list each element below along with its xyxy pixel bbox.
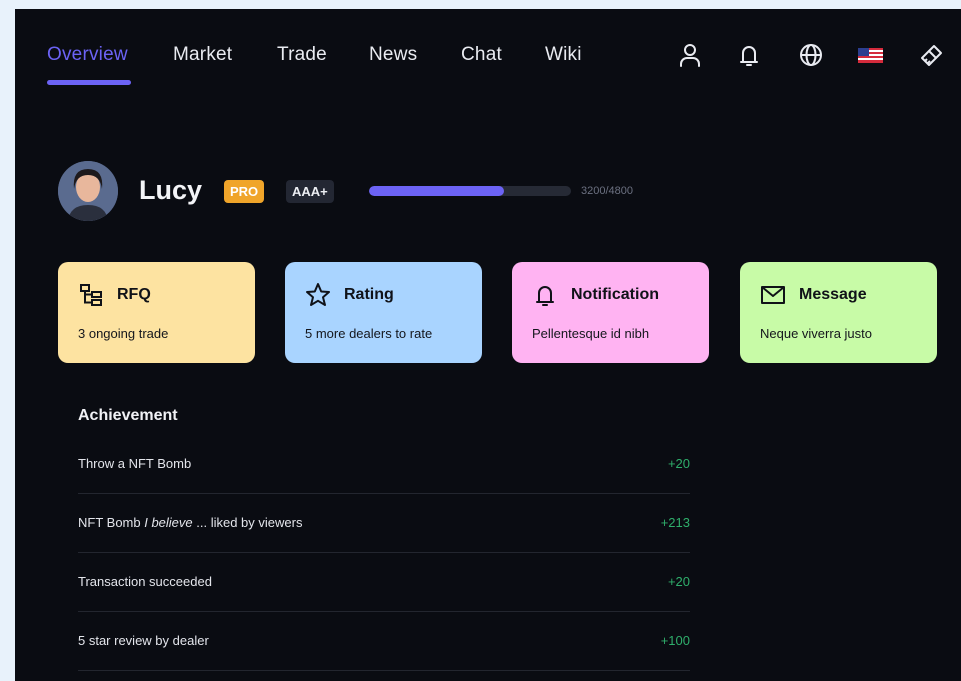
tab-wiki[interactable]: Wiki (545, 44, 582, 66)
achievement-label: Throw a NFT Bomb (78, 456, 192, 471)
achievement-label: NFT Bomb I believe ... liked by viewers (78, 515, 303, 530)
level-progress-bar (369, 186, 571, 196)
message-card-title: Message (799, 286, 867, 303)
mail-icon (760, 282, 786, 308)
rating-card-title: Rating (344, 286, 394, 303)
pro-badge: PRO (224, 180, 265, 203)
notification-card[interactable]: Notification Pellentesque id nibh (512, 262, 709, 363)
achievement-points: +20 (667, 574, 690, 589)
hierarchy-icon (78, 282, 104, 308)
username: Lucy (139, 175, 203, 205)
top-nav: Overview Market Trade News Chat Wiki (15, 9, 961, 99)
notification-card-title: Notification (571, 286, 659, 303)
achievement-list: Throw a NFT Bomb +20 NFT Bomb I believe … (78, 435, 690, 671)
globe-icon[interactable] (798, 42, 824, 68)
achievement-points: +213 (660, 515, 690, 530)
tab-chat[interactable]: Chat (461, 44, 502, 66)
list-item[interactable]: Transaction succeeded +20 (78, 553, 690, 612)
us-flag-icon[interactable] (857, 42, 883, 68)
tab-trade[interactable]: Trade (277, 44, 327, 66)
tab-news[interactable]: News (369, 44, 417, 66)
tab-market[interactable]: Market (173, 44, 232, 66)
star-icon (305, 282, 331, 308)
brush-icon[interactable] (918, 42, 944, 68)
rfq-card-subtitle: 3 ongoing trade (78, 326, 169, 341)
rating-badge: AAA+ (286, 180, 334, 203)
rfq-card[interactable]: RFQ 3 ongoing trade (58, 262, 255, 363)
list-item[interactable]: NFT Bomb I believe ... liked by viewers … (78, 494, 690, 553)
active-tab-indicator (47, 80, 131, 85)
achievement-heading: Achievement (78, 407, 178, 424)
rating-card[interactable]: Rating 5 more dealers to rate (285, 262, 482, 363)
achievement-label: 5 star review by dealer (78, 633, 209, 648)
notification-card-subtitle: Pellentesque id nibh (532, 326, 650, 341)
app-window: Overview Market Trade News Chat Wiki Luc… (15, 9, 961, 681)
message-card-subtitle: Neque viverra justo (760, 326, 872, 341)
rating-card-subtitle: 5 more dealers to rate (305, 326, 433, 341)
achievement-points: +100 (660, 633, 690, 648)
level-progress-text: 3200/4800 (581, 185, 633, 197)
bell-icon (532, 282, 558, 308)
message-card[interactable]: Message Neque viverra justo (740, 262, 937, 363)
bell-icon[interactable] (736, 42, 762, 68)
user-icon[interactable] (677, 42, 703, 68)
achievement-points: +20 (667, 456, 690, 471)
tab-overview[interactable]: Overview (47, 44, 128, 66)
avatar[interactable] (58, 161, 118, 221)
achievement-label: Transaction succeeded (78, 574, 212, 589)
level-progress-fill (369, 186, 504, 196)
rfq-card-title: RFQ (117, 286, 151, 303)
list-item[interactable]: 5 star review by dealer +100 (78, 612, 690, 671)
list-item[interactable]: Throw a NFT Bomb +20 (78, 435, 690, 494)
